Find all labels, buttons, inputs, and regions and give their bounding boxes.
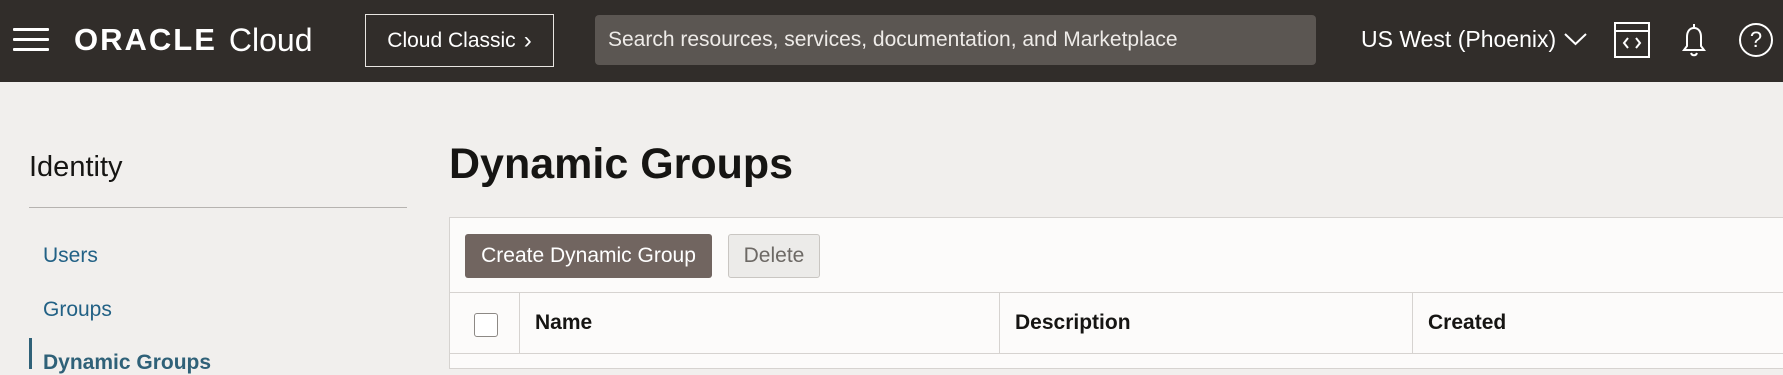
notifications-bell-icon[interactable] (1673, 19, 1715, 61)
chevron-right-icon: › (523, 26, 532, 54)
help-question-icon[interactable]: ? (1735, 19, 1777, 61)
region-label: US West (Phoenix) (1361, 25, 1557, 52)
name-column-header[interactable]: Name (520, 293, 1000, 353)
chevron-down-icon (1564, 33, 1587, 46)
page-title: Dynamic Groups (449, 140, 794, 188)
description-column-header[interactable]: Description (1000, 293, 1413, 353)
top-navigation-bar: ORACLE Cloud Cloud Classic › Search reso… (0, 0, 1783, 82)
cloud-classic-button[interactable]: Cloud Classic › (365, 14, 554, 67)
create-dynamic-group-button[interactable]: Create Dynamic Group (465, 234, 712, 278)
sidebar-item-dynamic-groups[interactable]: Dynamic Groups (43, 351, 211, 375)
created-column-header[interactable]: Created (1413, 293, 1783, 353)
table-toolbar: Create Dynamic Group Delete (450, 218, 1783, 293)
sidebar-item-users[interactable]: Users (43, 244, 98, 268)
select-all-checkbox[interactable] (474, 313, 498, 337)
table-header-row: Name Description Created (450, 292, 1783, 354)
region-selector[interactable]: US West (Phoenix) (1361, 22, 1588, 56)
sidebar-title: Identity (29, 151, 123, 183)
help-question-mark: ? (1749, 27, 1763, 52)
brand-cloud-text: Cloud (228, 21, 313, 58)
cloud-classic-label: Cloud Classic (387, 28, 516, 52)
sidebar-item-groups[interactable]: Groups (43, 298, 112, 322)
hamburger-menu-icon[interactable] (13, 27, 50, 53)
oracle-cloud-logo[interactable]: ORACLE Cloud (74, 20, 313, 60)
dynamic-groups-table-panel: Create Dynamic Group Delete Name Descrip… (449, 217, 1783, 369)
search-input[interactable]: Search resources, services, documentatio… (595, 15, 1316, 65)
select-all-cell (450, 293, 520, 353)
active-nav-indicator (29, 338, 32, 369)
delete-button[interactable]: Delete (728, 234, 820, 278)
sidebar-divider (29, 207, 407, 208)
search-placeholder: Search resources, services, documentatio… (608, 28, 1178, 51)
brand-oracle-text: ORACLE (74, 22, 217, 57)
developer-tools-icon[interactable] (1611, 19, 1653, 61)
